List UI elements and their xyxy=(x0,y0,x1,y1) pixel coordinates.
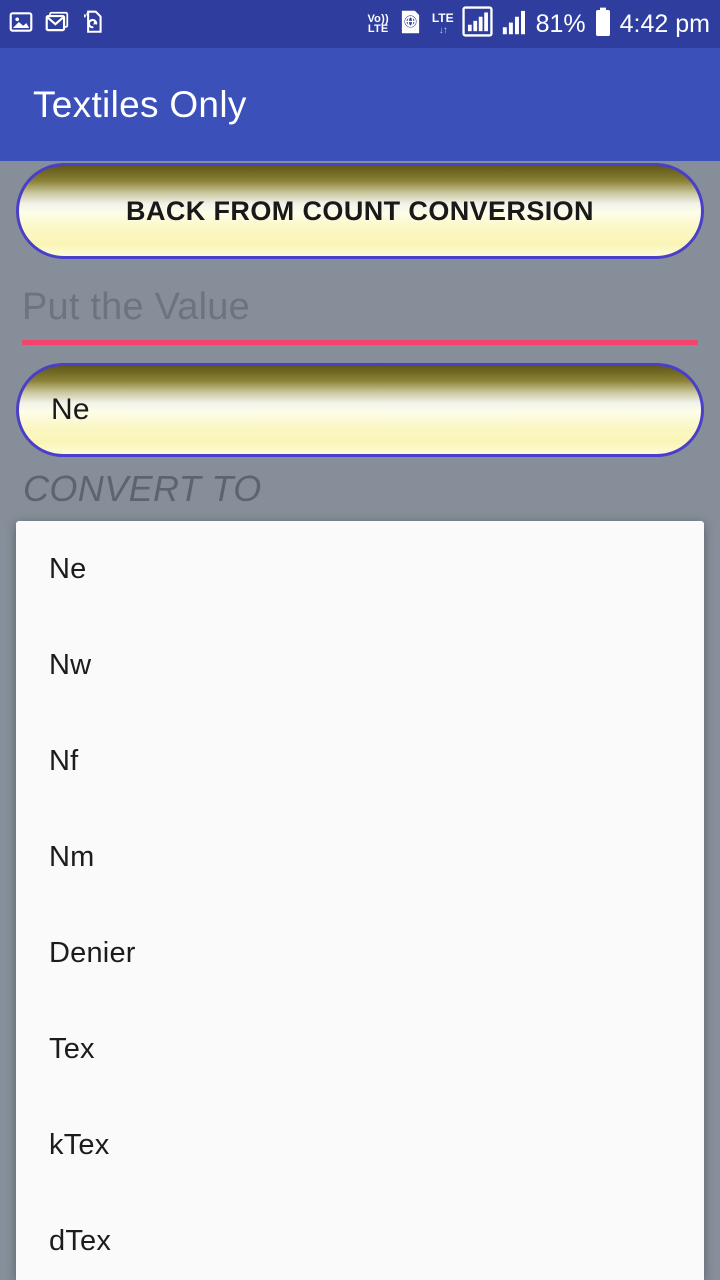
lte-data-icon: LTE ↓↑ xyxy=(431,10,454,36)
image-icon xyxy=(8,9,34,40)
dropdown-item-label: Nf xyxy=(49,744,79,777)
back-from-count-conversion-button[interactable]: BACK FROM COUNT CONVERSION xyxy=(16,163,704,259)
battery-percent-label: 81% xyxy=(535,9,586,38)
convert-to-dropdown-list[interactable]: Ne Nw Nf Nm Denier Tex kTex dTex xyxy=(16,521,704,1280)
battery-icon xyxy=(594,7,612,42)
sim-globe-icon xyxy=(397,8,424,41)
dropdown-item-label: Tex xyxy=(49,1032,95,1065)
dropdown-item-label: Denier xyxy=(49,936,136,969)
app-screen: Vo)) LTE LTE ↓↑ 81% 4:42 pm Textiles Onl… xyxy=(0,0,720,1280)
dropdown-item-denier[interactable]: Denier xyxy=(16,905,704,1001)
app-bar: Textiles Only xyxy=(0,48,720,161)
dropdown-item-label: kTex xyxy=(49,1128,110,1161)
email-icon xyxy=(44,9,70,40)
dropdown-item-tex[interactable]: Tex xyxy=(16,1001,704,1097)
dropdown-item-nw[interactable]: Nw xyxy=(16,617,704,713)
clock-label: 4:42 pm xyxy=(619,9,710,38)
dropdown-item-ktex[interactable]: kTex xyxy=(16,1097,704,1193)
file-transfer-icon xyxy=(80,9,106,40)
dropdown-item-dtex[interactable]: dTex xyxy=(16,1193,704,1280)
back-button-label: BACK FROM COUNT CONVERSION xyxy=(126,195,594,226)
dropdown-item-nm[interactable]: Nm xyxy=(16,809,704,905)
value-input-field[interactable]: Put the Value xyxy=(22,282,698,345)
dropdown-item-label: dTex xyxy=(49,1224,112,1257)
lte-arrows: ↓↑ xyxy=(438,24,448,36)
status-bar: Vo)) LTE LTE ↓↑ 81% 4:42 pm xyxy=(0,0,720,48)
value-input-placeholder: Put the Value xyxy=(22,286,250,328)
signal-bars-sim2-icon xyxy=(501,8,528,41)
dropdown-item-label: Nm xyxy=(49,840,95,873)
from-unit-spinner[interactable]: Ne xyxy=(16,363,704,457)
status-bar-right-icons: Vo)) LTE LTE ↓↑ 81% 4:42 pm xyxy=(367,6,710,42)
dropdown-item-ne[interactable]: Ne xyxy=(16,521,704,617)
from-unit-selected-label: Ne xyxy=(51,393,90,426)
volte-icon: Vo)) LTE xyxy=(367,14,389,35)
dropdown-item-nf[interactable]: Nf xyxy=(16,713,704,809)
dropdown-item-label: Nw xyxy=(49,648,92,681)
status-bar-left-icons xyxy=(8,9,106,40)
convert-to-label: CONVERT TO xyxy=(23,468,262,509)
page-title: Textiles Only xyxy=(33,83,247,125)
volte-line-2: LTE xyxy=(367,23,389,35)
dropdown-item-label: Ne xyxy=(49,552,87,585)
signal-bars-sim1-icon xyxy=(461,6,493,42)
value-input-underline xyxy=(22,340,698,345)
lte-label: LTE xyxy=(431,10,454,25)
